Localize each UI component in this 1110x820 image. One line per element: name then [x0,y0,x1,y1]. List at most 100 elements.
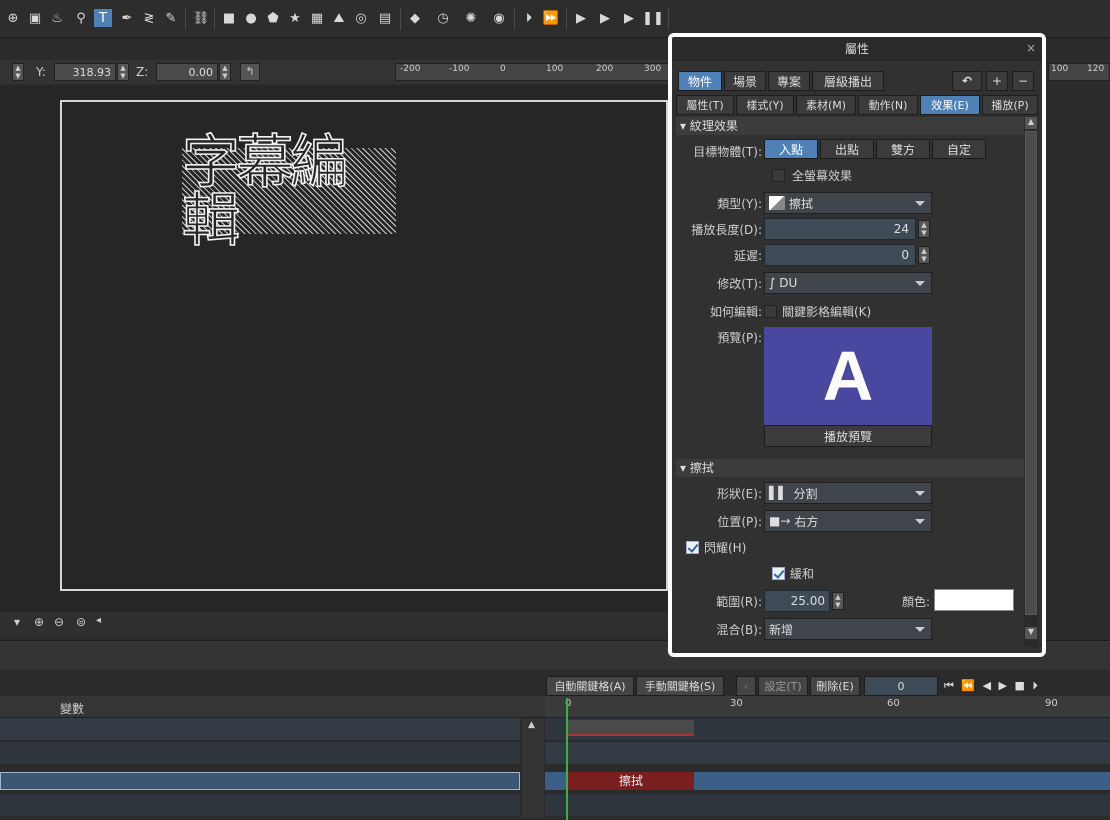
timeline-ruler[interactable]: 0 30 60 90 [545,696,1110,718]
tab-effects[interactable]: 效果(E) [920,95,980,115]
z-stepper[interactable]: ▲ ▼ [219,63,231,81]
scroll-down-icon[interactable]: ▼ [1025,627,1037,639]
target-out-point[interactable]: 出點 [820,139,874,159]
color-swatch[interactable] [934,589,1014,611]
reset-icon[interactable]: ↰ [240,63,260,81]
circle-icon[interactable]: ● [242,9,260,27]
spin-arrows-icon[interactable]: ▲ ▼ [12,63,24,81]
set-keyframe-button[interactable]: 設定(T) [758,676,808,696]
color-label: 顏色: [902,595,931,609]
delay-input[interactable]: 0 [764,244,916,266]
tab-material[interactable]: 素材(M) [796,95,856,115]
tab-layer-playout[interactable]: 層級播出 [812,71,884,91]
track-row-selected[interactable] [0,772,520,790]
y-input[interactable]: 318.93 [54,63,116,81]
play-frame-icon[interactable]: ⏩ [542,9,560,27]
play-icon[interactable]: ▶ [620,9,638,27]
target-custom[interactable]: 自定 [932,139,986,159]
timeline-row[interactable] [545,794,1110,816]
add-icon[interactable]: + [986,71,1008,91]
image-icon[interactable]: ▣ [26,9,44,27]
section-wipe[interactable]: ▾ 擦拭 [676,459,1026,477]
track-row[interactable] [0,794,520,816]
zoom-fit-icon[interactable]: ⊜ [76,615,86,629]
undo-icon[interactable]: ↶ [952,71,982,91]
preview2-icon[interactable]: ▶ [596,9,614,27]
transport-controls[interactable]: ⏮ ⏪ ◀ ▶ ■ ⏵ [944,676,1094,696]
tab-project[interactable]: 專案 [768,71,810,91]
target-in-point[interactable]: 入點 [764,139,818,159]
position-select[interactable]: ■→ 右方 [764,510,932,532]
tab-style[interactable]: 樣式(Y) [736,95,794,115]
timeline-scrollbar[interactable]: ▲ [522,718,544,818]
tab-motion[interactable]: 動作(N) [858,95,918,115]
play-step-icon[interactable]: ⏵ [520,9,538,27]
y-stepper[interactable]: ▲ ▼ [117,63,129,81]
range-stepper[interactable]: ▲ ▼ [832,592,844,610]
manual-keyframe-button[interactable]: 手動關鍵格(S) [636,676,724,696]
z-input[interactable]: 0.00 [156,63,218,81]
shape-select[interactable]: ▌▌ 分割 [764,482,932,504]
wipe-effect-clip[interactable]: 擦拭 [568,772,694,790]
chevron-left-icon[interactable]: ◂ [96,615,101,626]
play-preview-button[interactable]: 播放預覽 [764,425,932,447]
keyframe-edit-checkbox[interactable] [764,305,777,318]
timeline-clip[interactable] [568,720,694,736]
tab-attributes[interactable]: 屬性(T) [676,95,734,115]
tab-scene[interactable]: 場景 [724,71,766,91]
zoom-icon[interactable]: ⚲ [72,9,90,27]
type-select[interactable]: 擦拭 [764,192,932,214]
flash-checkbox[interactable] [686,541,699,554]
sound-icon[interactable]: ◉ [490,9,508,27]
scroll-thumb[interactable] [1025,131,1037,615]
brush-icon[interactable]: ♨ [48,9,66,27]
mountain-icon[interactable]: ⛰ [330,9,348,27]
zoom-in-icon[interactable]: ⊕ [34,615,44,629]
pen-icon[interactable]: ✒ [118,9,136,27]
duration-stepper[interactable]: ▲ ▼ [918,220,930,238]
pause-icon[interactable]: ❚❚ [642,9,664,27]
sun-icon[interactable]: ✺ [462,9,480,27]
remove-icon[interactable]: − [1012,71,1034,91]
frame-input[interactable]: 0 [864,676,938,696]
eyedropper-icon[interactable]: ✎ [162,9,180,27]
time-icon[interactable]: ▤ [376,9,394,27]
delay-stepper[interactable]: ▲ ▼ [918,246,930,264]
timeline-row[interactable] [545,742,1110,764]
modify-select[interactable]: ∫ DU [764,272,932,294]
tab-object[interactable]: 物件 [678,71,722,91]
section-texture-effect[interactable]: ▾ 紋理效果 [676,117,1026,135]
chevron-left-icon[interactable]: ‹ [736,676,756,696]
subtitle-object[interactable]: 字幕編輯 [181,132,396,250]
calendar-icon[interactable]: ▦ [308,9,326,27]
clock-icon[interactable]: ◷ [434,9,452,27]
pentagon-icon[interactable]: ⬟ [264,9,282,27]
auto-keyframe-button[interactable]: 自動關鍵格(A) [546,676,634,696]
preview-icon[interactable]: ▶ [572,9,590,27]
star-icon[interactable]: ★ [286,9,304,27]
duration-input[interactable]: 24 [764,218,916,240]
target-both[interactable]: 雙方 [876,139,930,159]
subtitle-text[interactable]: 字幕編輯 [181,132,396,250]
cube-icon[interactable]: ◆ [406,9,424,27]
range-input[interactable]: 25.00 [764,590,830,612]
close-icon[interactable]: × [1026,41,1036,55]
scroll-up-icon[interactable]: ▲ [1025,117,1037,129]
link-icon[interactable]: ⛓ [192,9,210,27]
tab-playback[interactable]: 播放(P) [982,95,1038,115]
track-row[interactable] [0,742,520,764]
crosshair-icon[interactable]: ⊕ [4,9,22,27]
delete-keyframe-button[interactable]: 刪除(E) [810,676,860,696]
fullscreen-checkbox[interactable] [772,169,785,182]
soft-checkbox[interactable] [772,567,785,580]
playhead[interactable] [566,698,568,820]
counter-icon[interactable]: ◎ [352,9,370,27]
chevron-down-icon[interactable]: ▾ [14,615,20,629]
curve-icon[interactable]: ≷ [140,9,158,27]
panel-scrollbar[interactable]: ▲ ▼ [1024,117,1038,647]
square-icon[interactable]: ■ [220,9,238,27]
text-tool-icon[interactable]: T [94,9,112,27]
track-row[interactable] [0,718,520,740]
blend-select[interactable]: 新增 [764,618,932,640]
zoom-out-icon[interactable]: ⊖ [54,615,64,629]
